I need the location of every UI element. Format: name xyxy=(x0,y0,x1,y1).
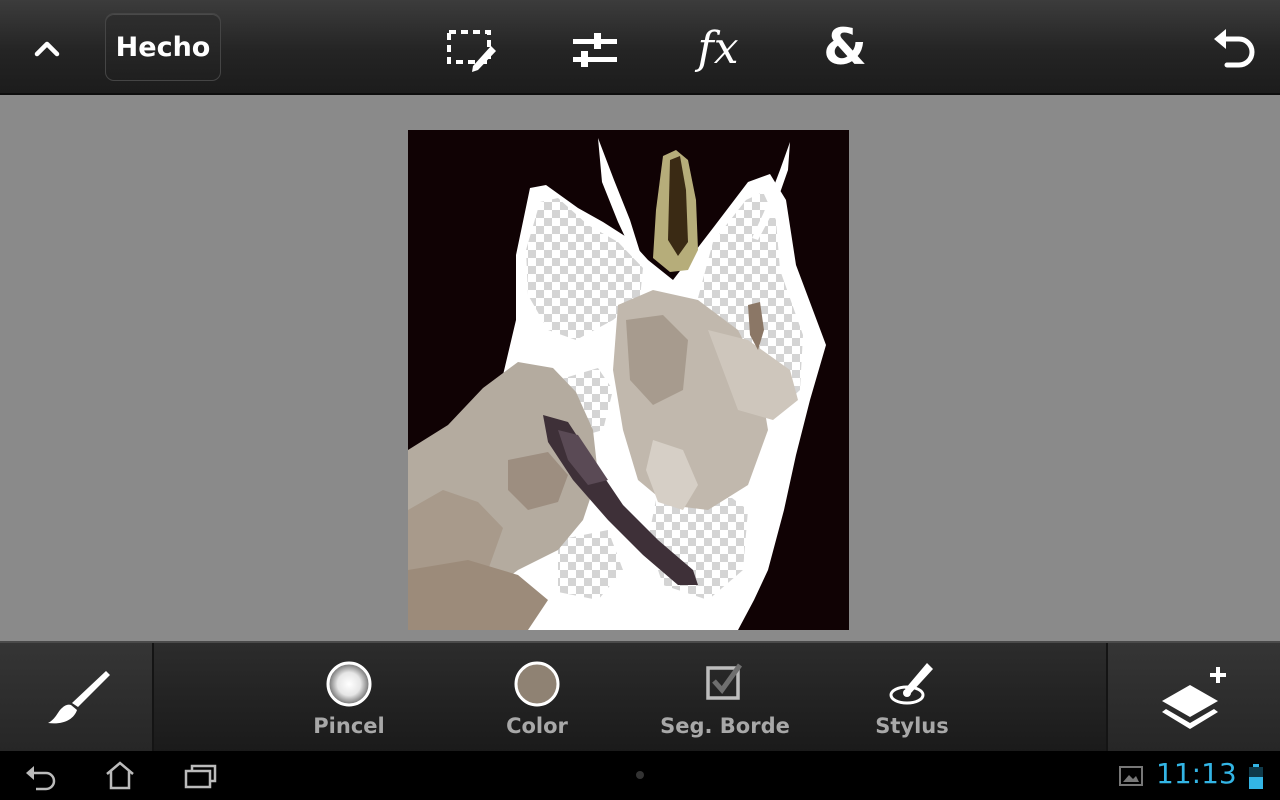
selection-edit-icon[interactable] xyxy=(440,22,502,77)
top-toolbar: Hecho fx & xyxy=(0,0,1280,95)
seg-borde-label: Seg. Borde xyxy=(660,714,790,738)
seg-borde-toggle[interactable]: Seg. Borde xyxy=(645,643,805,753)
gallery-notification-icon[interactable] xyxy=(1119,766,1143,786)
brush-preview-icon xyxy=(326,661,372,707)
paintbrush-icon xyxy=(48,671,110,724)
brush-tool-button[interactable] xyxy=(0,643,154,753)
adjustments-icon[interactable] xyxy=(565,22,623,77)
chevron-up-icon[interactable] xyxy=(22,20,72,75)
done-button[interactable]: Hecho xyxy=(105,13,221,81)
stylus-button[interactable]: Stylus xyxy=(832,643,992,753)
battery-icon xyxy=(1249,764,1263,789)
stylus-icon xyxy=(889,663,933,705)
checkbox-icon xyxy=(706,663,743,700)
canvas-area[interactable] xyxy=(0,95,1280,641)
color-button[interactable]: Color xyxy=(457,643,617,753)
add-layer-button[interactable] xyxy=(1106,643,1280,753)
ampersand-icon[interactable]: & xyxy=(815,14,875,80)
back-icon[interactable] xyxy=(24,763,58,791)
recent-apps-icon[interactable] xyxy=(184,763,218,789)
clock: 11:13 xyxy=(1156,757,1237,790)
undo-icon[interactable] xyxy=(1205,20,1263,75)
home-icon[interactable] xyxy=(104,760,136,790)
pincel-button[interactable]: Pincel xyxy=(269,643,429,753)
stylus-label: Stylus xyxy=(875,714,949,738)
artwork-image[interactable] xyxy=(408,130,849,630)
color-label: Color xyxy=(506,714,568,738)
color-swatch-icon xyxy=(514,661,560,707)
fx-icon[interactable]: fx xyxy=(688,18,748,78)
add-layer-icon xyxy=(1162,667,1226,729)
system-navigation-bar xyxy=(0,751,1280,800)
page-indicator-dot xyxy=(636,771,644,779)
pincel-label: Pincel xyxy=(313,714,385,738)
bottom-toolbar: Pincel Color Seg. Borde Stylus xyxy=(0,641,1280,753)
